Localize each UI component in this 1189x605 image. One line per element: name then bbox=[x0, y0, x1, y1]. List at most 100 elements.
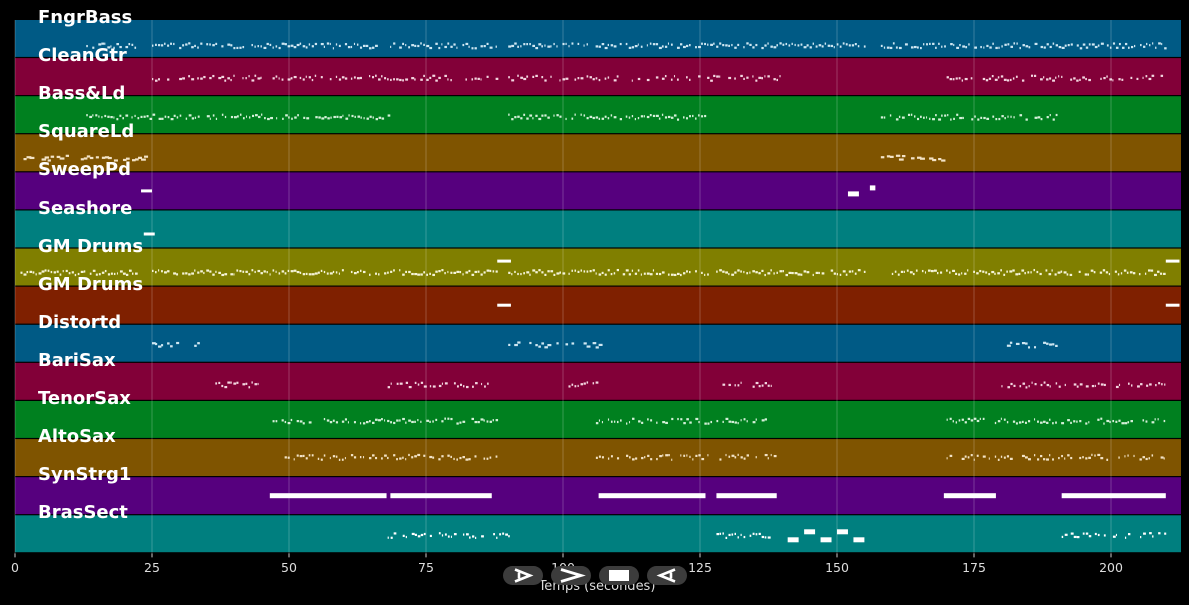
note bbox=[646, 44, 648, 47]
note bbox=[968, 43, 970, 46]
note bbox=[1073, 535, 1077, 539]
note bbox=[764, 75, 766, 78]
piano-roll-canvas[interactable] bbox=[0, 0, 1189, 605]
note bbox=[326, 419, 330, 422]
note bbox=[224, 79, 227, 82]
note bbox=[941, 114, 943, 117]
note bbox=[471, 273, 475, 276]
note bbox=[269, 493, 387, 499]
note bbox=[880, 116, 884, 119]
track-label: GM Drums bbox=[38, 273, 144, 295]
note bbox=[378, 78, 381, 81]
note bbox=[212, 44, 215, 47]
note bbox=[544, 79, 547, 82]
note bbox=[1124, 42, 1128, 46]
note bbox=[848, 270, 852, 273]
note bbox=[188, 273, 191, 276]
note bbox=[492, 270, 495, 273]
note bbox=[755, 533, 758, 536]
note bbox=[785, 42, 788, 46]
note bbox=[359, 422, 362, 425]
note bbox=[318, 116, 321, 119]
note bbox=[1079, 78, 1081, 81]
note bbox=[104, 114, 107, 118]
note bbox=[982, 77, 986, 81]
note bbox=[664, 74, 667, 78]
note bbox=[847, 191, 859, 197]
note bbox=[821, 272, 825, 275]
note bbox=[716, 419, 719, 423]
note bbox=[284, 272, 287, 275]
note bbox=[477, 270, 480, 273]
note bbox=[1082, 456, 1084, 459]
note bbox=[483, 419, 485, 422]
note bbox=[994, 455, 997, 458]
note bbox=[227, 43, 231, 46]
note bbox=[529, 114, 533, 117]
note bbox=[574, 113, 576, 116]
note bbox=[1118, 78, 1121, 81]
fast-forward-button[interactable] bbox=[551, 566, 591, 585]
note bbox=[417, 535, 421, 538]
note bbox=[797, 273, 801, 276]
note bbox=[242, 117, 245, 120]
note bbox=[408, 46, 411, 49]
note bbox=[1055, 382, 1058, 385]
note bbox=[450, 417, 453, 421]
note bbox=[369, 47, 372, 50]
note bbox=[556, 272, 560, 275]
note bbox=[710, 43, 713, 46]
note bbox=[961, 272, 963, 275]
play-button[interactable] bbox=[503, 566, 543, 585]
note bbox=[453, 271, 457, 274]
note bbox=[1097, 533, 1100, 537]
note bbox=[607, 43, 609, 47]
note bbox=[695, 417, 699, 421]
note bbox=[308, 43, 311, 46]
note bbox=[155, 79, 158, 82]
note bbox=[631, 115, 634, 118]
note bbox=[305, 272, 308, 276]
note bbox=[634, 117, 637, 121]
note bbox=[308, 76, 311, 79]
note bbox=[248, 273, 251, 276]
note bbox=[1033, 268, 1036, 272]
note bbox=[1079, 47, 1083, 50]
note bbox=[938, 157, 942, 161]
note bbox=[359, 455, 362, 459]
note bbox=[432, 74, 436, 77]
note bbox=[248, 75, 250, 78]
note bbox=[580, 113, 582, 116]
note bbox=[475, 536, 477, 540]
note bbox=[329, 78, 332, 81]
note bbox=[643, 115, 645, 118]
note bbox=[695, 117, 697, 120]
note bbox=[686, 418, 689, 421]
note bbox=[209, 270, 212, 273]
note bbox=[638, 420, 641, 423]
note bbox=[390, 78, 392, 82]
note bbox=[950, 43, 953, 46]
note bbox=[396, 78, 399, 81]
note bbox=[405, 458, 407, 461]
note bbox=[980, 45, 982, 49]
note bbox=[489, 456, 492, 459]
note bbox=[1108, 272, 1111, 276]
note bbox=[230, 381, 232, 384]
note bbox=[725, 536, 728, 540]
stop-button[interactable] bbox=[599, 566, 639, 585]
note bbox=[290, 44, 294, 47]
rewind-button[interactable] bbox=[647, 566, 687, 585]
note bbox=[245, 115, 248, 118]
note bbox=[381, 418, 383, 421]
note bbox=[962, 116, 964, 120]
note bbox=[417, 383, 420, 386]
note bbox=[755, 381, 759, 385]
note bbox=[305, 46, 308, 49]
note bbox=[245, 77, 247, 80]
note bbox=[1085, 385, 1089, 388]
note bbox=[353, 42, 356, 46]
note bbox=[1025, 118, 1028, 121]
note bbox=[393, 421, 396, 425]
note bbox=[746, 42, 749, 45]
